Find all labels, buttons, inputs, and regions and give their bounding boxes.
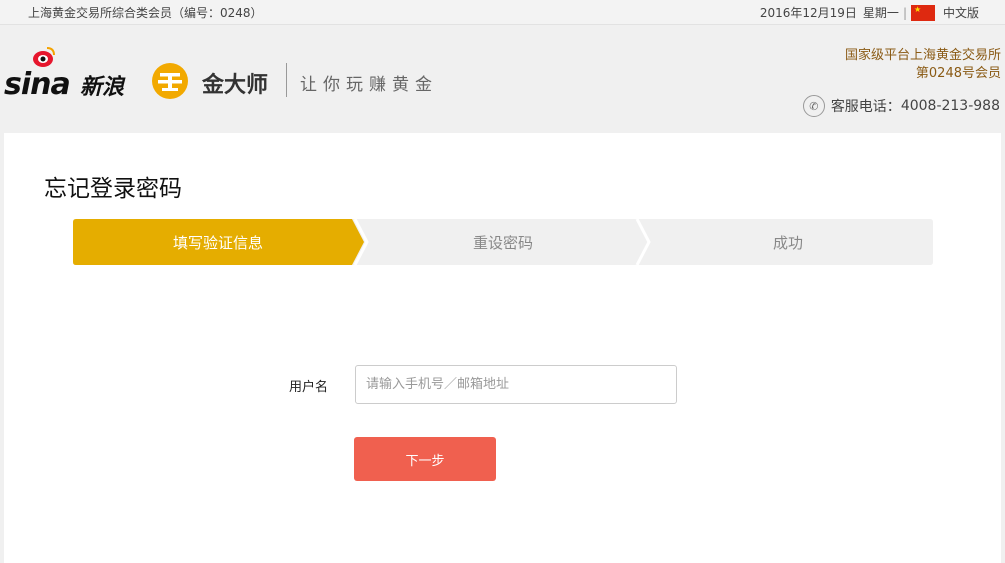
sina-logo[interactable]: sina xyxy=(4,67,71,102)
phone-label: 客服电话： xyxy=(830,99,901,115)
slogan: 让你玩赚黄金 xyxy=(300,75,438,95)
weekday: 星期一 xyxy=(862,6,899,20)
current-date: 2016年12月19日 xyxy=(759,6,857,20)
top-bar: 上海黄金交易所综合类会员（编号：0248） 2016年12月19日 星期一 | … xyxy=(0,0,1005,25)
step-fill-info: 填写验证信息 xyxy=(172,233,263,252)
jindashi-name[interactable]: 金大师 xyxy=(202,67,268,99)
site-header: sina 新浪 金大师 让你玩赚黄金 国家级平台上海黄金交易所 第0248号会员… xyxy=(0,25,1005,132)
member-info: 上海黄金交易所综合类会员（编号：0248） xyxy=(28,6,263,20)
username-label: 用户名 xyxy=(289,380,329,395)
main-card: 忘记登录密码 填写验证信息 重设密码 成功 用户名 下一步 xyxy=(4,133,1001,563)
page-title: 忘记登录密码 xyxy=(44,176,182,202)
top-bar-right: 2016年12月19日 星期一 | ★ 中文版 xyxy=(760,4,979,21)
step-success: 成功 xyxy=(772,233,803,252)
language-switch[interactable]: 中文版 xyxy=(943,4,979,21)
header-divider xyxy=(286,63,287,97)
phone-number: 4008-213-988 xyxy=(900,98,1000,114)
org-line-2: 第0248号会员 xyxy=(915,66,1001,81)
org-line-1: 国家级平台上海黄金交易所 xyxy=(844,48,1001,63)
divider: | xyxy=(902,5,907,20)
customer-service: ✆ 客服电话： 4008-213-988 xyxy=(802,95,1000,117)
jindashi-logo-icon xyxy=(152,63,188,99)
next-step-button[interactable]: 下一步 xyxy=(354,437,496,481)
step-reset-password: 重设密码 xyxy=(472,233,533,252)
username-input[interactable] xyxy=(355,365,677,404)
sina-eye-logo-icon xyxy=(33,47,55,67)
sina-cn-logo[interactable]: 新浪 xyxy=(80,69,124,101)
step-progress: 填写验证信息 重设密码 成功 xyxy=(73,219,933,265)
phone-icon: ✆ xyxy=(802,95,825,117)
org-info: 国家级平台上海黄金交易所 第0248号会员 xyxy=(845,47,1001,83)
china-flag-icon: ★ xyxy=(910,4,935,21)
